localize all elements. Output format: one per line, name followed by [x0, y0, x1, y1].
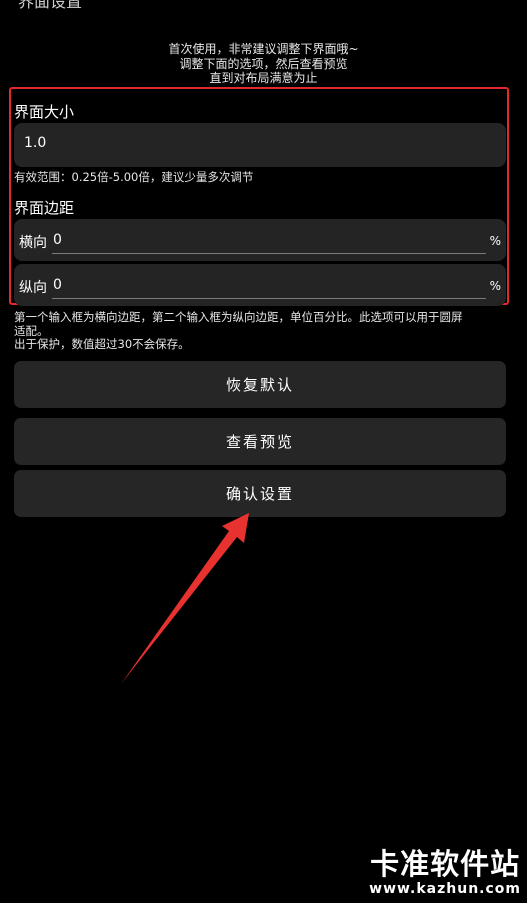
- watermark: 卡准软件站 www.kazhun.com: [369, 847, 521, 897]
- watermark-title: 卡准软件站: [370, 847, 521, 881]
- watermark-url: www.kazhun.com: [369, 881, 521, 897]
- annotation-arrow-icon: [121, 513, 249, 684]
